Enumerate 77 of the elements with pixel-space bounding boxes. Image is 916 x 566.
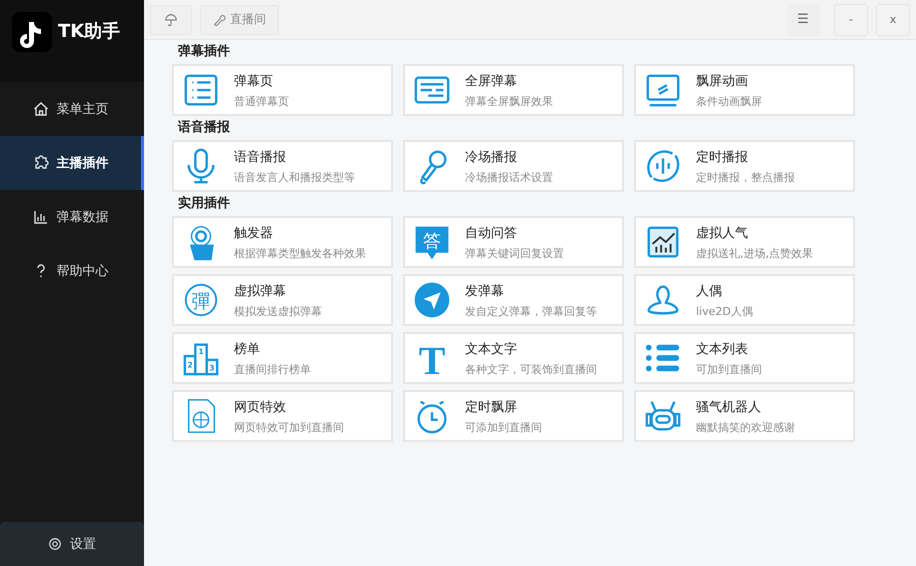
card-description: 冷场播报话术设置: [465, 170, 553, 184]
plugin-card[interactable]: 弹幕页 普通弹幕页: [172, 64, 393, 116]
plugin-card[interactable]: 虚拟人气 虚拟送礼,进场,点赞效果: [634, 216, 855, 268]
plugin-card[interactable]: 发弹幕 发自定义弹幕，弹幕回复等: [403, 274, 624, 326]
card-description: 幽默搞笑的欢迎感谢: [696, 420, 795, 434]
card-title: 人偶: [696, 282, 723, 300]
plugin-card[interactable]: 网页特效 网页特效可加到直播间: [172, 390, 393, 442]
card-description: 语音发言人和播报类型等: [234, 170, 355, 184]
card-title: 文本列表: [696, 340, 749, 358]
section-title: 语音播报: [176, 118, 231, 137]
card-title: 定时飘屏: [465, 398, 518, 416]
menu-button[interactable]: ☰: [786, 4, 820, 36]
section-title: 弹幕插件: [177, 42, 231, 61]
card-description: 直播间排行榜单: [234, 362, 311, 376]
card-title: 全屏弹幕: [465, 72, 518, 90]
card-title: 触发器: [234, 224, 274, 242]
card-title: 骚气机器人: [696, 398, 762, 416]
card-title: 弹幕页: [234, 72, 274, 90]
plugin-card[interactable]: 定时飘屏 可添加到直播间: [403, 390, 624, 442]
plugin-card[interactable]: 飘屏动画 条件动画飘屏: [634, 64, 855, 116]
house-icon: [32, 101, 48, 117]
settings-button[interactable]: 设置: [0, 522, 144, 566]
wrench-icon: [213, 13, 226, 26]
sidebar-item[interactable]: 帮助中心: [0, 244, 144, 298]
plugin-card[interactable]: 定时播报 定时播报，整点播报: [634, 140, 855, 192]
card-title: 飘屏动画: [696, 72, 749, 90]
plugin-card[interactable]: 2 1 3 榜单 直播间排行榜单: [172, 332, 393, 384]
sidebar-item[interactable]: 菜单主页: [0, 82, 144, 136]
plugin-card[interactable]: 答 自动问答 弹幕关键词回复设置: [403, 216, 624, 268]
send-icon: [413, 281, 451, 319]
card-description: 条件动画飘屏: [696, 94, 762, 108]
card-title: 定时播报: [696, 148, 749, 166]
minimize-button[interactable]: -: [834, 4, 868, 36]
card-title: 发弹幕: [465, 282, 505, 300]
letter-icon: T: [413, 339, 451, 377]
sidebar-item[interactable]: 主播插件: [0, 136, 144, 190]
card-description: 各种文字，可装饰到直播间: [465, 362, 597, 376]
umbrella-button[interactable]: [150, 4, 192, 34]
plugin-card[interactable]: 骚气机器人 幽默搞笑的欢迎感谢: [634, 390, 855, 442]
plugin-card[interactable]: 语音播报 语音发言人和播报类型等: [172, 140, 393, 192]
card-title: 榜单: [234, 340, 261, 358]
card-description: 弹幕全屏飘屏效果: [465, 94, 553, 108]
card-title: 文本文字: [465, 340, 518, 358]
card-description: 根据弹幕类型触发各种效果: [234, 246, 366, 260]
card-description: 模拟发送虚拟弹幕: [234, 304, 322, 318]
card-description: 虚拟送礼,进场,点赞效果: [696, 246, 813, 260]
sidebar-item[interactable]: 弹幕数据: [0, 190, 144, 244]
section-title: 实用插件: [177, 194, 231, 213]
music-note-logo-icon: [12, 12, 52, 52]
plugin-card[interactable]: 文本列表 可加到直播间: [634, 332, 855, 384]
card-title: 语音播报: [234, 148, 287, 166]
card-title: 虚拟弹幕: [234, 282, 287, 300]
app-title: TK助手: [58, 20, 120, 44]
plugin-card[interactable]: 全屏弹幕 弹幕全屏飘屏效果: [403, 64, 624, 116]
card-description: 发自定义弹幕，弹幕回复等: [465, 304, 597, 318]
card-description: 可加到直播间: [696, 362, 762, 376]
card-description: 网页特效可加到直播间: [234, 420, 344, 434]
card-title: 虚拟人气: [696, 224, 749, 242]
card-description: 可添加到直播间: [465, 420, 542, 434]
card-title: 自动问答: [465, 224, 518, 242]
bar-chart-icon: [32, 209, 48, 225]
plugin-card[interactable]: T 文本文字 各种文字，可装饰到直播间: [403, 332, 624, 384]
card-description: 普通弹幕页: [234, 94, 289, 108]
plugin-card[interactable]: 冷场播报 冷场播报话术设置: [403, 140, 624, 192]
circletext-icon: 彈: [182, 281, 220, 319]
umbrella-icon: [164, 12, 178, 26]
card-description: live2D人偶: [696, 304, 753, 318]
card-description: 弹幕关键词回复设置: [465, 246, 564, 260]
plugin-card[interactable]: 触发器 根据弹幕类型触发各种效果: [172, 216, 393, 268]
close-button[interactable]: x: [876, 4, 910, 36]
settings-icon: [48, 537, 62, 551]
puzzle-icon: [32, 155, 48, 171]
card-title: 网页特效: [234, 398, 287, 416]
plugin-card[interactable]: 人偶 live2D人偶: [634, 274, 855, 326]
plugin-card[interactable]: 彈 虚拟弹幕 模拟发送虚拟弹幕: [172, 274, 393, 326]
card-title: 冷场播报: [465, 148, 518, 166]
card-description: 定时播报，整点播报: [696, 170, 795, 184]
